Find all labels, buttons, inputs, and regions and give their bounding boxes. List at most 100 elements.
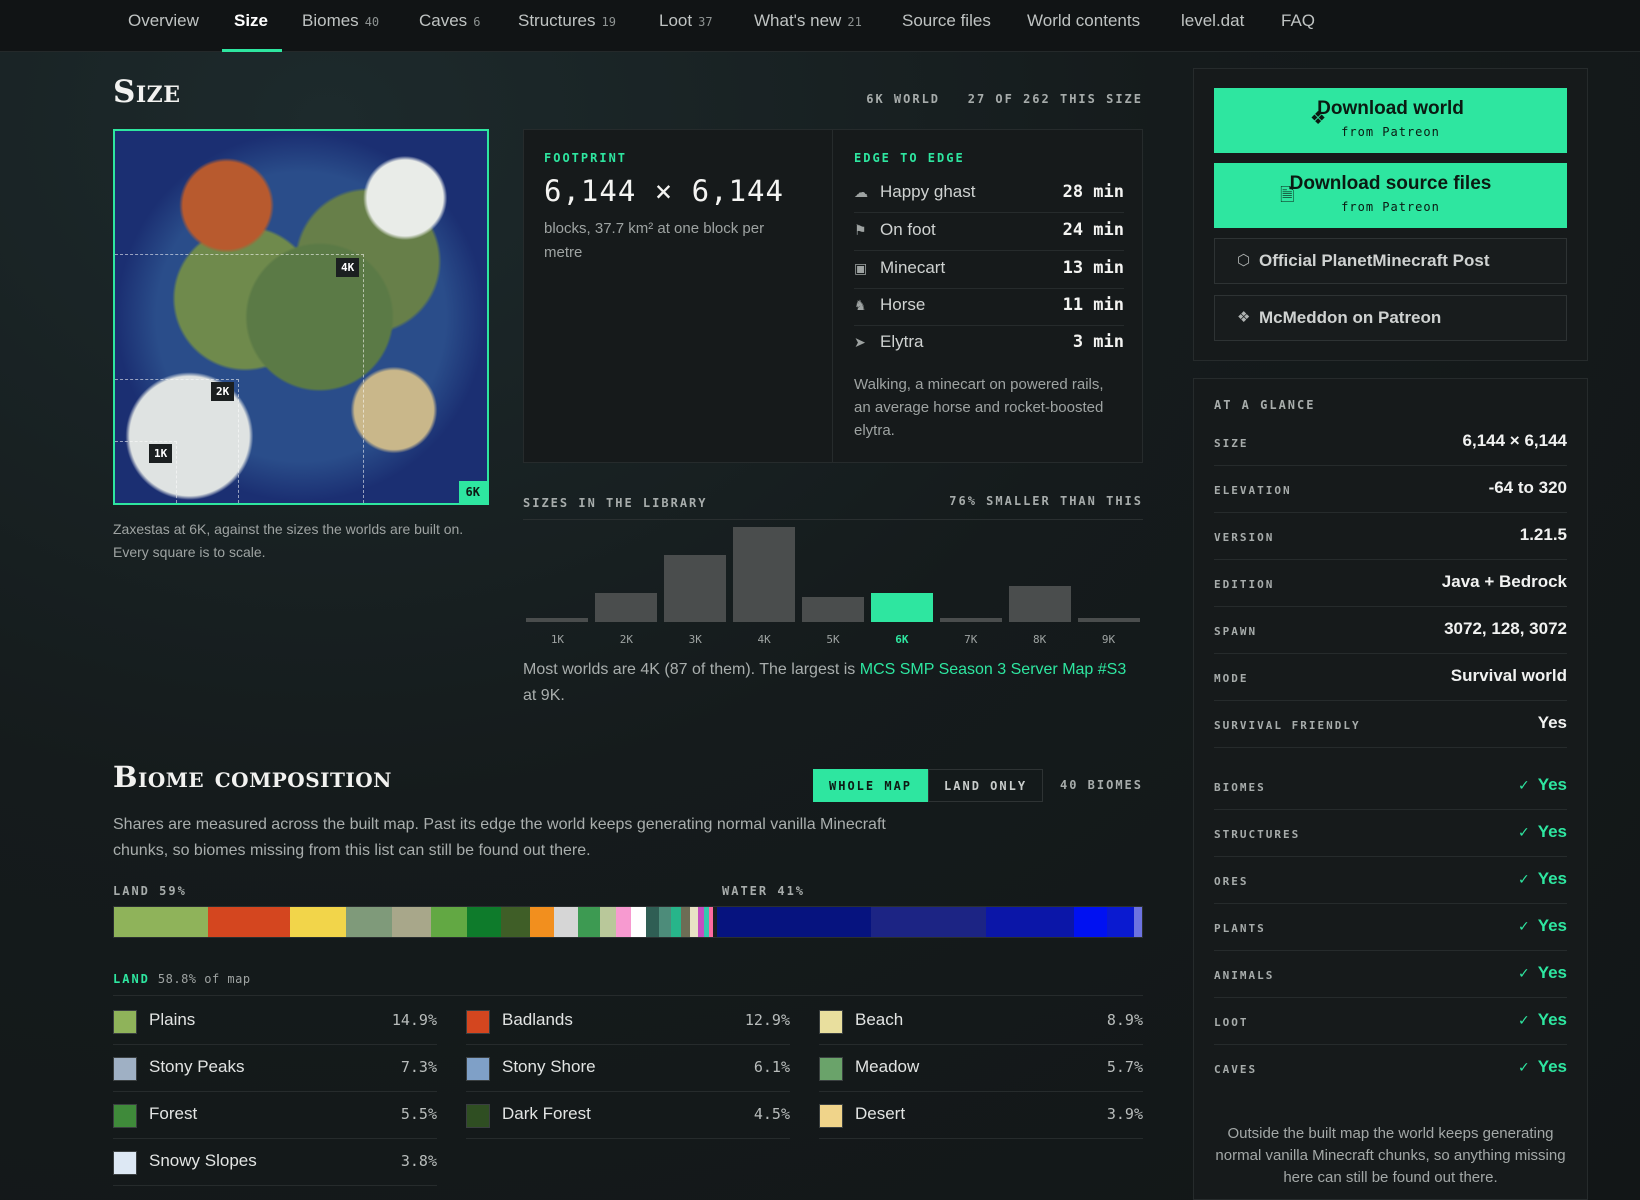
footprint-panel: FOOTPRINT 6,144 × 6,144 blocks, 37.7 km²…	[523, 129, 1143, 463]
biome-share-segment[interactable]	[114, 907, 209, 937]
library-tick-8k: 8K	[1033, 633, 1047, 646]
check-row-biomes: BIOMESYes	[1214, 763, 1567, 810]
check-icon: Yes	[1518, 916, 1567, 936]
library-bar-7k	[939, 617, 1002, 622]
biome-row-beach[interactable]: Beach 8.9%	[819, 998, 1143, 1045]
biome-share-segment[interactable]	[430, 907, 467, 937]
largest-world-link[interactable]: MCS SMP Season 3 Server Map #S3	[860, 661, 1127, 678]
world-size-tag: 6K WORLD 27 OF 262 THIS SIZE	[866, 92, 1143, 106]
planetminecraft-link[interactable]: ⬡ Official PlanetMinecraft Post	[1214, 238, 1567, 284]
biome-row-dark-forest[interactable]: Dark Forest 4.5%	[466, 1092, 790, 1139]
land-share-label: LAND 59%	[113, 884, 187, 898]
biome-desc: Shares are measured across the built map…	[113, 816, 886, 859]
biome-share-segment[interactable]	[345, 907, 392, 937]
world-size-map: 4K 2K 1K 6K	[113, 129, 489, 505]
patreon-link[interactable]: ❖ McMeddon on Patreon	[1214, 295, 1567, 341]
meadow-biome-icon	[819, 1057, 843, 1081]
biome-share-segment[interactable]	[870, 907, 987, 937]
tab-world-contents[interactable]: World contents	[1027, 0, 1140, 52]
library-tick-3k: 3K	[688, 633, 702, 646]
top-nav: Overview Size Biomes 40 Caves 6 Structures…	[0, 0, 1640, 52]
biome-share-segment[interactable]	[501, 907, 530, 937]
library-bar-8k	[1008, 585, 1071, 622]
check-icon: Yes	[1518, 963, 1567, 983]
footprint-desc: blocks, 37.7 km² at one block per metre	[544, 220, 765, 261]
minecart-icon: ▣	[854, 260, 868, 276]
biome-share-segment[interactable]	[466, 907, 502, 937]
biome-share-segment[interactable]	[554, 907, 579, 937]
biome-share-segment[interactable]	[986, 907, 1074, 937]
biome-row-desert[interactable]: Desert 3.9%	[819, 1092, 1143, 1139]
biome-row-badlands[interactable]: Badlands 12.9%	[466, 998, 790, 1045]
biome-row-stony-shore[interactable]: Stony Shore 6.1%	[466, 1045, 790, 1092]
library-bar-1k	[526, 617, 589, 622]
tab-biomes[interactable]: Biomes 40	[302, 0, 379, 52]
biome-share-segment[interactable]	[716, 907, 871, 937]
library-bar-2k	[595, 592, 658, 622]
tab-size[interactable]: Size	[221, 0, 283, 52]
elytra-icon: ➤	[854, 334, 866, 350]
patreon-icon: ❖	[1237, 309, 1251, 326]
biome-row-forest[interactable]: Forest 5.5%	[113, 1092, 437, 1139]
biome-share-segment[interactable]	[690, 907, 698, 937]
footprint-label: FOOTPRINT	[544, 151, 628, 165]
stony-shore-biome-icon	[466, 1057, 490, 1081]
library-tick-7k: 7K	[964, 633, 978, 646]
tab-caves[interactable]: Caves 6	[419, 0, 480, 52]
library-tick-1k: 1K	[550, 633, 565, 646]
check-row-animals: ANIMALSYes	[1214, 951, 1567, 998]
biome-share-segment[interactable]	[578, 907, 600, 937]
biome-share-segment[interactable]	[631, 907, 646, 937]
size-title: Size	[113, 74, 181, 110]
biome-share-segment[interactable]	[671, 907, 682, 937]
biome-share-segment[interactable]	[616, 907, 632, 937]
biome-share-segment[interactable]	[1073, 907, 1108, 937]
biome-share-segment[interactable]	[681, 907, 691, 937]
whole-map-button[interactable]: WHOLE MAP	[813, 769, 929, 802]
biome-share-segment[interactable]	[1134, 907, 1142, 937]
biome-share-segment[interactable]	[529, 907, 555, 937]
check-row-loot: LOOTYes	[1214, 998, 1567, 1045]
biome-share-segment[interactable]	[645, 907, 660, 937]
tab-faq[interactable]: FAQ	[1281, 0, 1315, 52]
tab-overview[interactable]: Overview	[128, 0, 199, 52]
biome-share-segment[interactable]	[208, 907, 290, 937]
tab-whats-new[interactable]: What's new 21	[754, 0, 862, 52]
biome-share-segment[interactable]	[659, 907, 672, 937]
map-tag-1k: 1K	[149, 444, 173, 463]
library-tick-2k: 2K	[619, 633, 633, 646]
biome-share-segment[interactable]	[1107, 907, 1135, 937]
check-row-ores: ORESYes	[1214, 857, 1567, 904]
check-icon: Yes	[1518, 1010, 1567, 1030]
download-source-button[interactable]: 🗎 Download source files from Patreon	[1214, 163, 1567, 228]
biome-row-plains[interactable]: Plains 14.9%	[113, 998, 437, 1045]
glance-note: Outside the built map the world keeps ge…	[1215, 1125, 1566, 1186]
biome-share-segment[interactable]	[599, 907, 617, 937]
tab-structures[interactable]: Structures 19	[518, 0, 616, 52]
library-bar-6k	[870, 592, 933, 622]
library-note: Most worlds are 4K (87 of them). The lar…	[523, 661, 1127, 704]
snowy-slopes-biome-icon	[113, 1151, 137, 1175]
travel-row-minecart: ▣ Minecart 13 min	[854, 252, 1124, 289]
biome-row-stony-peaks[interactable]: Stony Peaks 7.3%	[113, 1045, 437, 1092]
glance-row-elevation: ELEVATION -64 to 320	[1214, 466, 1567, 513]
tab-source-files[interactable]: Source files	[902, 0, 991, 52]
tab-level-dat[interactable]: level.dat	[1181, 0, 1244, 52]
footprint-value: 6,144 × 6,144	[544, 174, 784, 208]
tab-loot[interactable]: Loot 37	[659, 0, 713, 52]
library-bar-4k	[733, 527, 796, 622]
plains-biome-icon	[113, 1010, 137, 1034]
biome-row-meadow[interactable]: Meadow 5.7%	[819, 1045, 1143, 1092]
walking-icon: ⚑	[854, 222, 867, 238]
download-world-button[interactable]: ❖ Download world from Patreon	[1214, 88, 1567, 153]
biome-share-segment[interactable]	[289, 907, 346, 937]
land-only-button[interactable]: LAND ONLY	[928, 769, 1044, 802]
badlands-biome-icon	[466, 1010, 490, 1034]
library-tick-4k: 4K	[757, 633, 771, 646]
map-tag-6k: 6K	[458, 481, 487, 503]
biome-row-snowy-slopes[interactable]: Snowy Slopes 3.8%	[113, 1139, 437, 1186]
travel-row-horse: ♞ Horse 11 min	[854, 289, 1124, 326]
library-right-label: 76% SMALLER THAN THIS	[949, 494, 1143, 508]
glance-row-size: SIZE 6,144 × 6,144	[1214, 419, 1567, 466]
biome-share-segment[interactable]	[391, 907, 431, 937]
